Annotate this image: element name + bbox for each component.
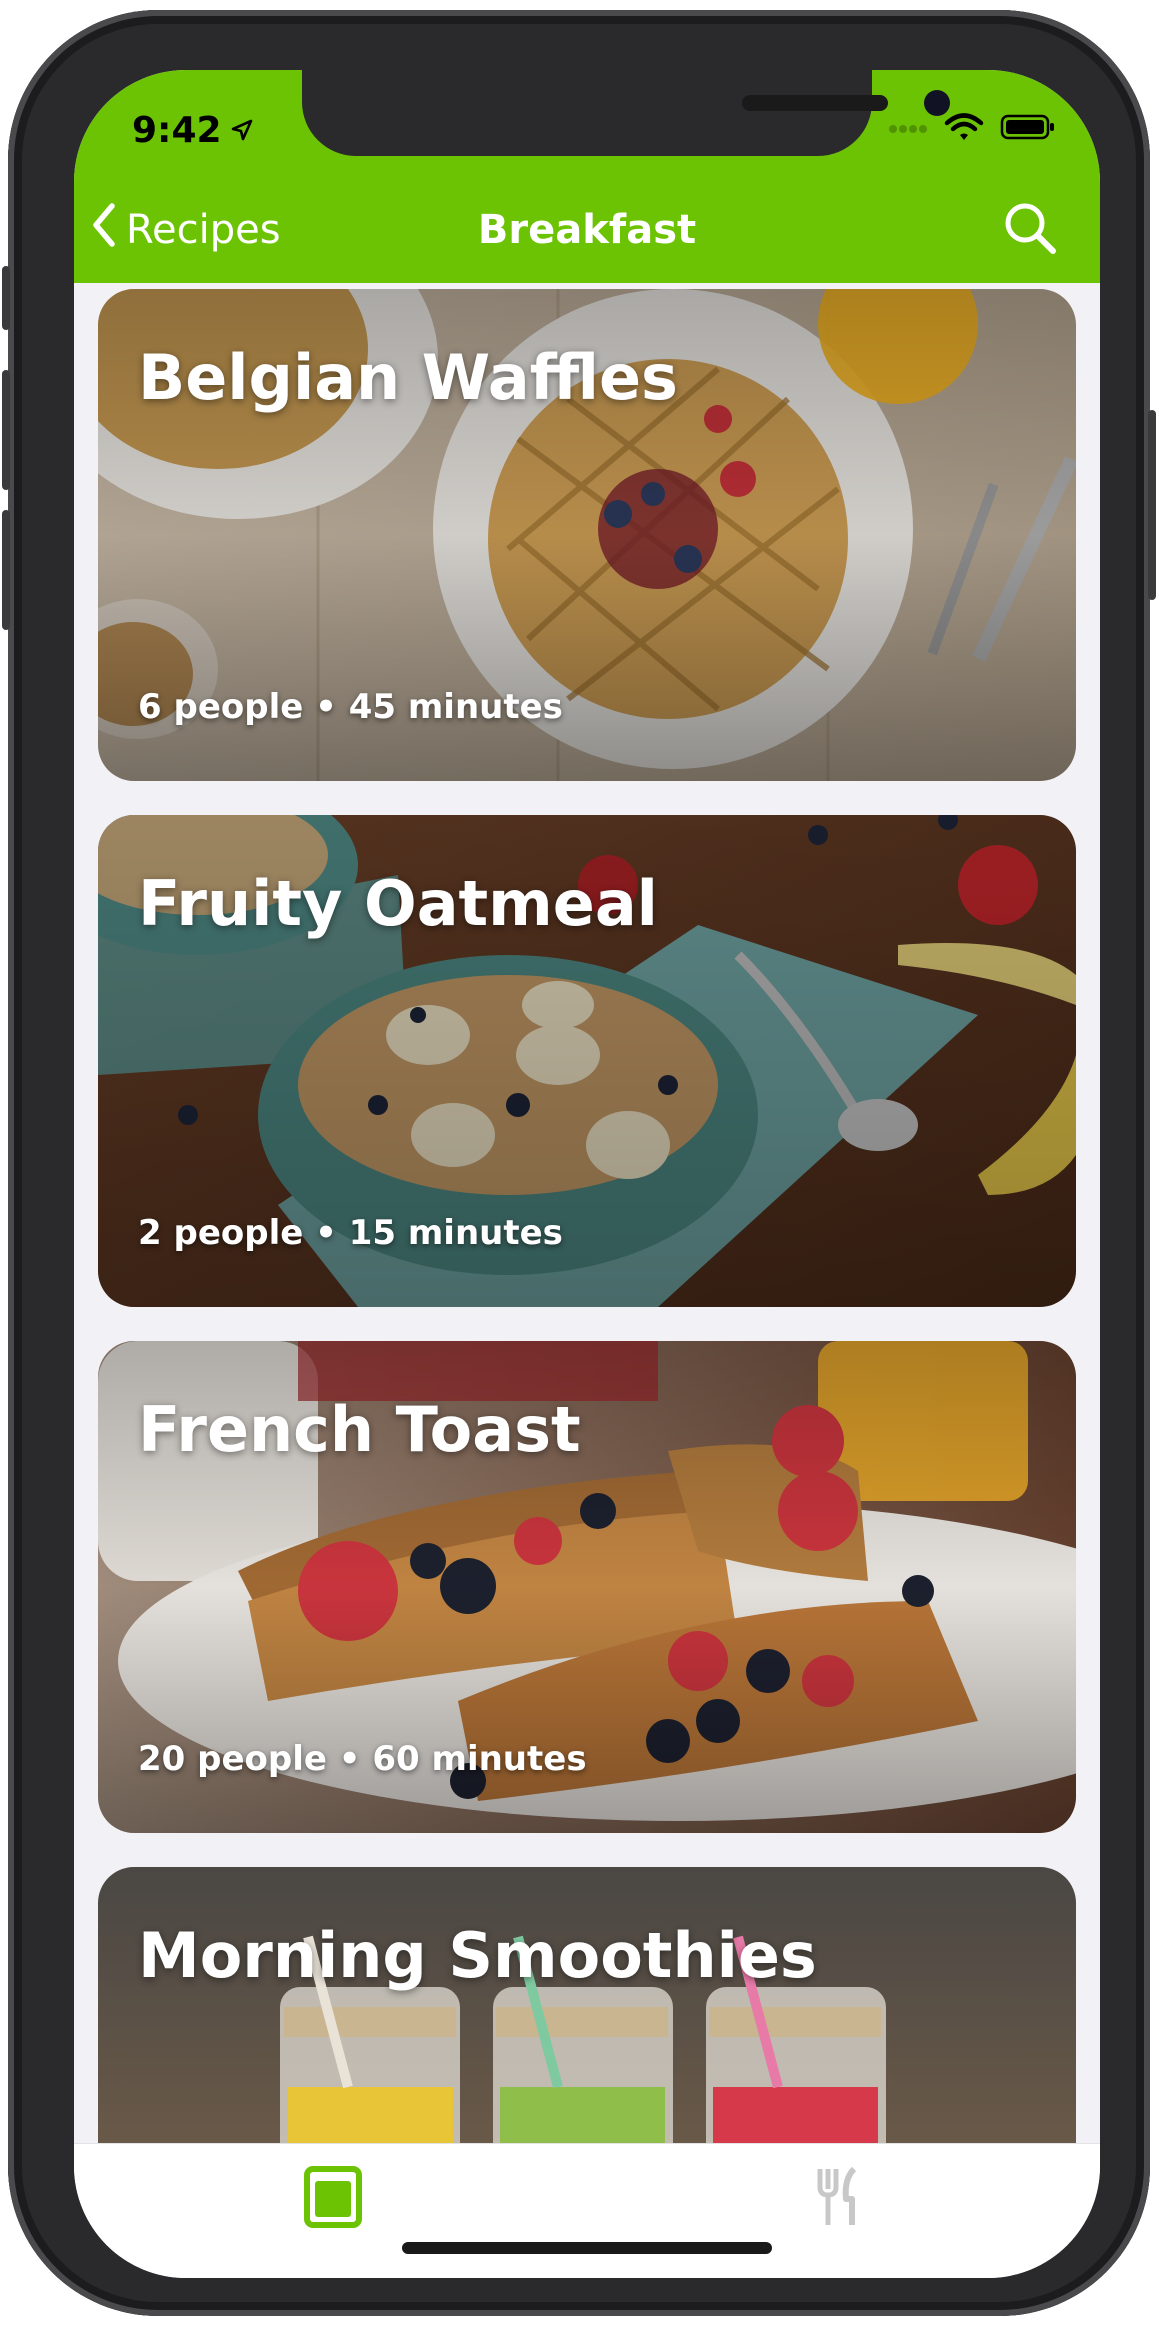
- fork-knife-icon: [816, 2165, 866, 2233]
- recipe-card[interactable]: French Toast 20 people • 60 minutes: [98, 1341, 1076, 1833]
- battery-icon: [1000, 113, 1056, 145]
- app-header: 9:42 Recipes Breakfast: [74, 70, 1100, 283]
- recipe-meta: 6 people • 45 minutes: [138, 687, 563, 727]
- status-time-text: 9:42: [132, 110, 222, 151]
- page-title: Breakfast: [477, 207, 697, 253]
- wifi-icon: [944, 112, 984, 146]
- morning-smoothies-photo: [98, 1867, 1076, 2143]
- navigation-bar: Recipes Breakfast: [74, 190, 1100, 278]
- recipe-meta: 20 people • 60 minutes: [138, 1739, 587, 1779]
- tab-bar: [74, 2143, 1100, 2278]
- screen: 9:42 Recipes Breakfast Belgian Waffles 6…: [74, 70, 1100, 2278]
- recipe-card[interactable]: Fruity Oatmeal 2 people • 15 minutes: [98, 815, 1076, 1307]
- home-indicator[interactable]: [402, 2242, 772, 2254]
- tab-meals[interactable]: [806, 2164, 876, 2234]
- phone-frame: 9:42 Recipes Breakfast Belgian Waffles 6…: [2, 10, 1156, 2316]
- notch: [302, 70, 950, 156]
- recipe-card[interactable]: Belgian Waffles 6 people • 45 minutes: [98, 289, 1076, 781]
- recipe-book-icon: [303, 2165, 363, 2233]
- recipe-card[interactable]: Morning Smoothies: [98, 1867, 1076, 2143]
- recipe-list[interactable]: Belgian Waffles 6 people • 45 minutes Fr…: [74, 283, 1100, 2143]
- location-arrow-icon: [230, 110, 254, 151]
- volume-up-button: [2, 370, 10, 490]
- tab-recipes[interactable]: [298, 2164, 368, 2234]
- search-button[interactable]: [998, 198, 1062, 262]
- search-icon: [1001, 199, 1059, 261]
- speaker-grille: [742, 95, 888, 111]
- status-icons: [888, 112, 1056, 146]
- recipe-title: Belgian Waffles: [138, 341, 678, 414]
- recipe-title: French Toast: [138, 1393, 581, 1466]
- recipe-title: Fruity Oatmeal: [138, 867, 658, 940]
- recipe-meta: 2 people • 15 minutes: [138, 1213, 563, 1253]
- volume-down-button: [2, 510, 10, 630]
- recipe-title: Morning Smoothies: [138, 1919, 817, 1992]
- cellular-signal-icon: [888, 120, 928, 139]
- power-button: [1148, 410, 1156, 600]
- mute-switch: [2, 266, 10, 330]
- status-time: 9:42: [132, 110, 254, 151]
